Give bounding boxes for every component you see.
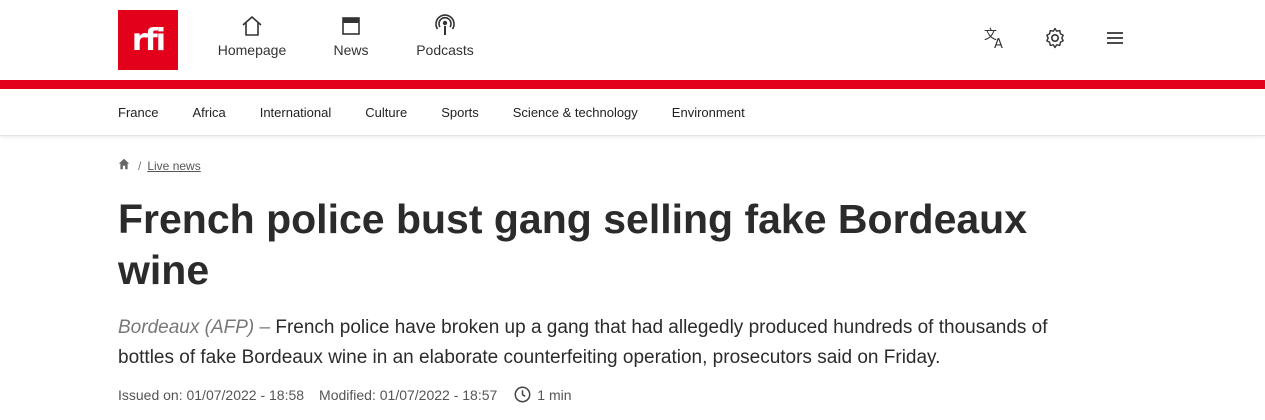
brand-red-bar [0, 80, 1265, 89]
settings-button[interactable] [1041, 26, 1069, 54]
section-nav-sports[interactable]: Sports [441, 105, 479, 120]
site-header: rfi Homepage News Podcasts 文A [0, 0, 1265, 80]
news-icon [326, 14, 376, 40]
breadcrumb-live-news-link[interactable]: Live news [147, 159, 200, 173]
section-nav-culture[interactable]: Culture [365, 105, 407, 120]
nav-homepage-label: Homepage [217, 42, 287, 58]
article-headline: French police bust gang selling fake Bor… [118, 196, 1028, 293]
article-meta: Issued on: 01/07/2022 - 18:58 Modified: … [118, 386, 572, 403]
article-lede: Bordeaux (AFP) – French police have brok… [118, 313, 1108, 373]
breadcrumb-separator: / [138, 158, 142, 173]
nav-news-label: News [333, 42, 369, 58]
svg-text:A: A [994, 37, 1003, 51]
clock-icon [514, 386, 531, 403]
menu-button[interactable] [1101, 26, 1129, 54]
language-icon: 文A [982, 25, 1008, 56]
rfi-logo[interactable]: rfi [118, 10, 178, 70]
section-nav: France Africa International Culture Spor… [0, 89, 1265, 136]
nav-homepage[interactable]: Homepage [216, 14, 288, 58]
hamburger-menu-icon [1104, 27, 1126, 54]
section-nav-france[interactable]: France [118, 105, 158, 120]
home-icon [216, 14, 288, 40]
issued-date: Issued on: 01/07/2022 - 18:58 [118, 386, 305, 403]
home-icon[interactable] [118, 158, 130, 173]
nav-podcasts-label: Podcasts [416, 42, 474, 58]
nav-podcasts[interactable]: Podcasts [412, 14, 478, 58]
podcast-icon [412, 14, 478, 40]
nav-news[interactable]: News [326, 14, 376, 58]
modified-date: Modified: 01/07/2022 - 18:57 [319, 386, 498, 403]
section-nav-science-technology[interactable]: Science & technology [513, 105, 638, 120]
gear-icon [1043, 26, 1067, 55]
section-nav-international[interactable]: International [260, 105, 332, 120]
section-nav-environment[interactable]: Environment [672, 105, 745, 120]
breadcrumb: / Live news [118, 158, 201, 173]
article-dateline: Bordeaux (AFP) – [118, 317, 271, 338]
language-button[interactable]: 文A [981, 26, 1009, 54]
section-nav-africa[interactable]: Africa [192, 105, 225, 120]
read-time: 1 min [514, 386, 572, 403]
read-time-label: 1 min [537, 386, 572, 403]
